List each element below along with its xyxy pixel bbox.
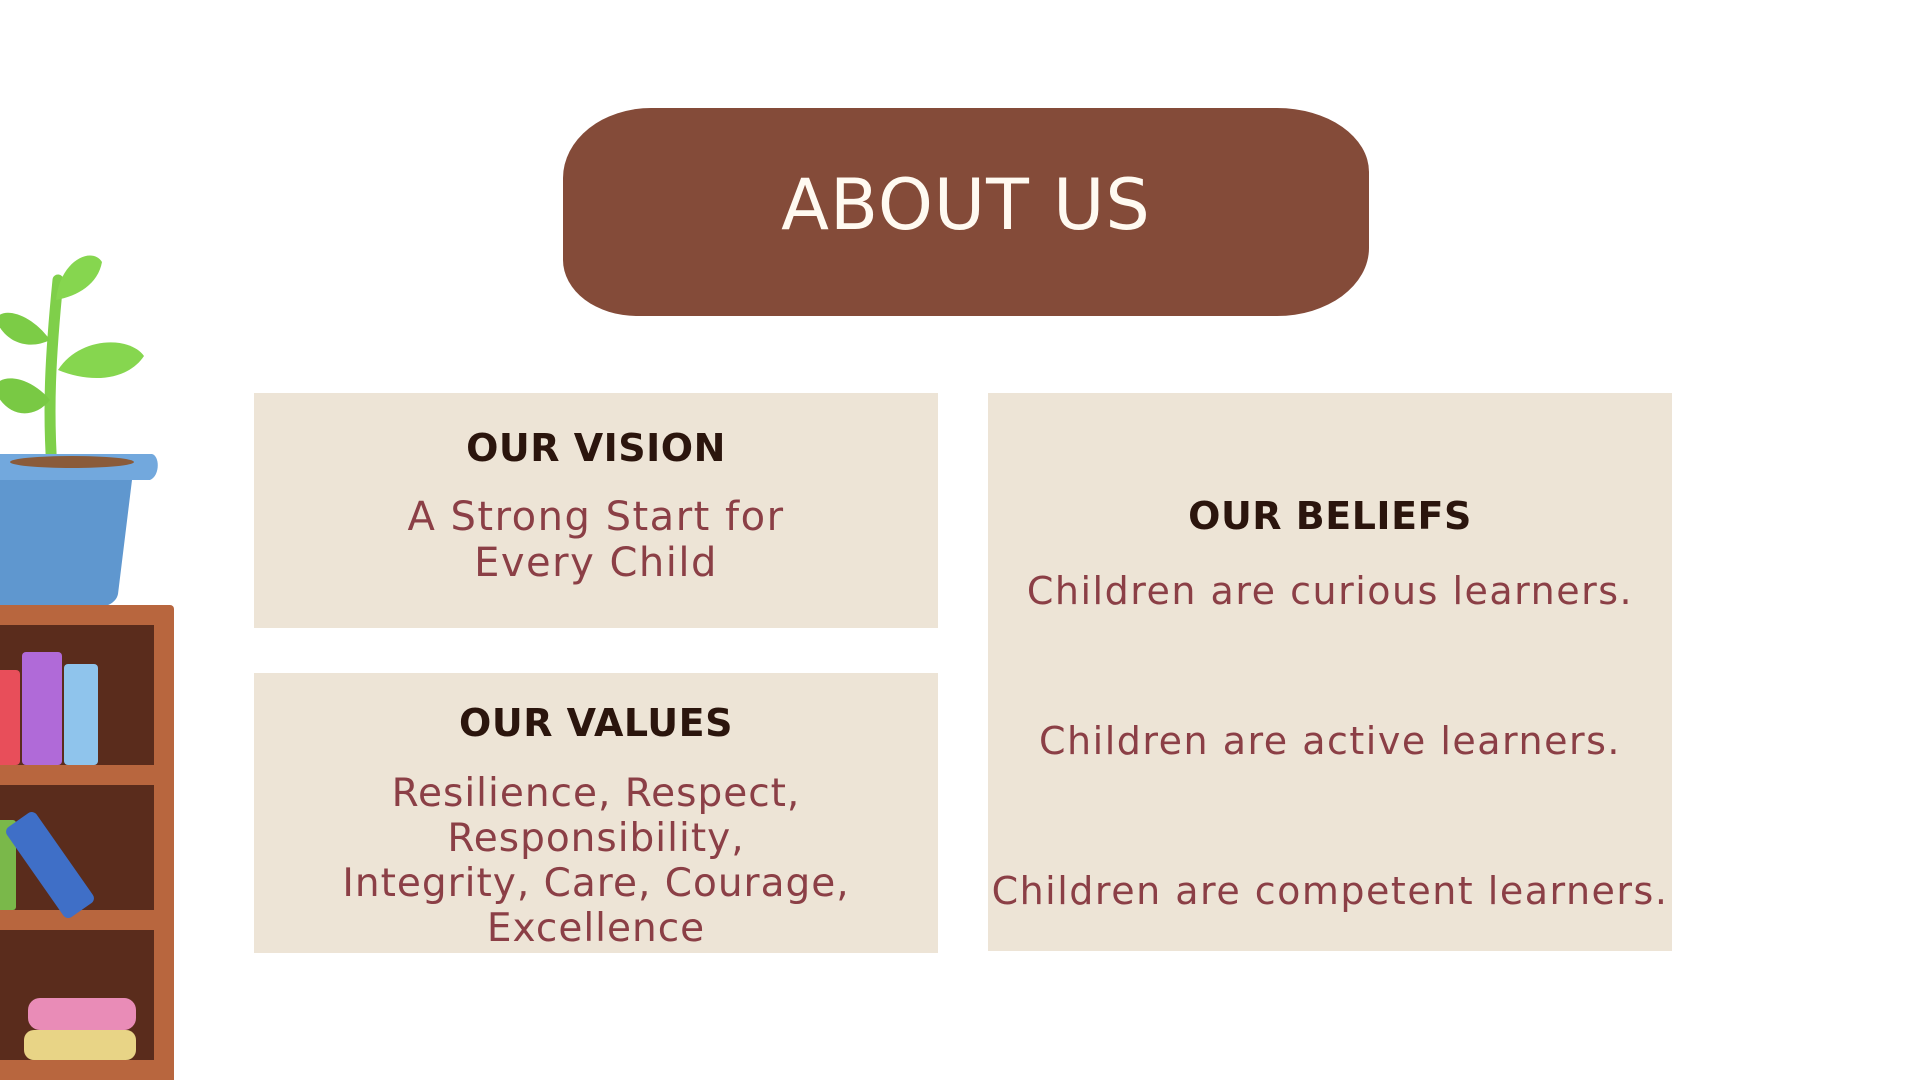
vision-heading: OUR VISION — [466, 426, 726, 470]
potted-plant-illustration — [0, 255, 158, 608]
beliefs-card: OUR BELIEFS Children are curious learner… — [988, 393, 1672, 951]
title-banner: ABOUT US — [563, 108, 1369, 316]
vision-line: A Strong Start for — [407, 494, 785, 540]
belief-item: Children are competent learners. — [991, 869, 1669, 913]
decorative-illustration — [0, 255, 174, 1080]
values-text: Resilience, Respect, Responsibility, Int… — [254, 771, 938, 951]
belief-item: Children are active learners. — [1039, 719, 1621, 763]
bookshelf-illustration — [0, 605, 174, 1080]
page-title: ABOUT US — [781, 164, 1151, 246]
values-line: Resilience, Respect, Responsibility, — [391, 771, 801, 861]
vision-text: A Strong Start for Every Child — [254, 494, 938, 586]
belief-item: Children are curious learners. — [1026, 569, 1634, 613]
beliefs-heading: OUR BELIEFS — [1188, 494, 1472, 538]
values-line: Excellence — [486, 906, 706, 951]
values-heading: OUR VALUES — [459, 701, 733, 745]
values-card: OUR VALUES Resilience, Respect, Responsi… — [254, 673, 938, 953]
values-line: Integrity, Care, Courage, — [342, 861, 850, 906]
vision-card: OUR VISION A Strong Start for Every Chil… — [254, 393, 938, 628]
vision-line: Every Child — [474, 540, 718, 586]
